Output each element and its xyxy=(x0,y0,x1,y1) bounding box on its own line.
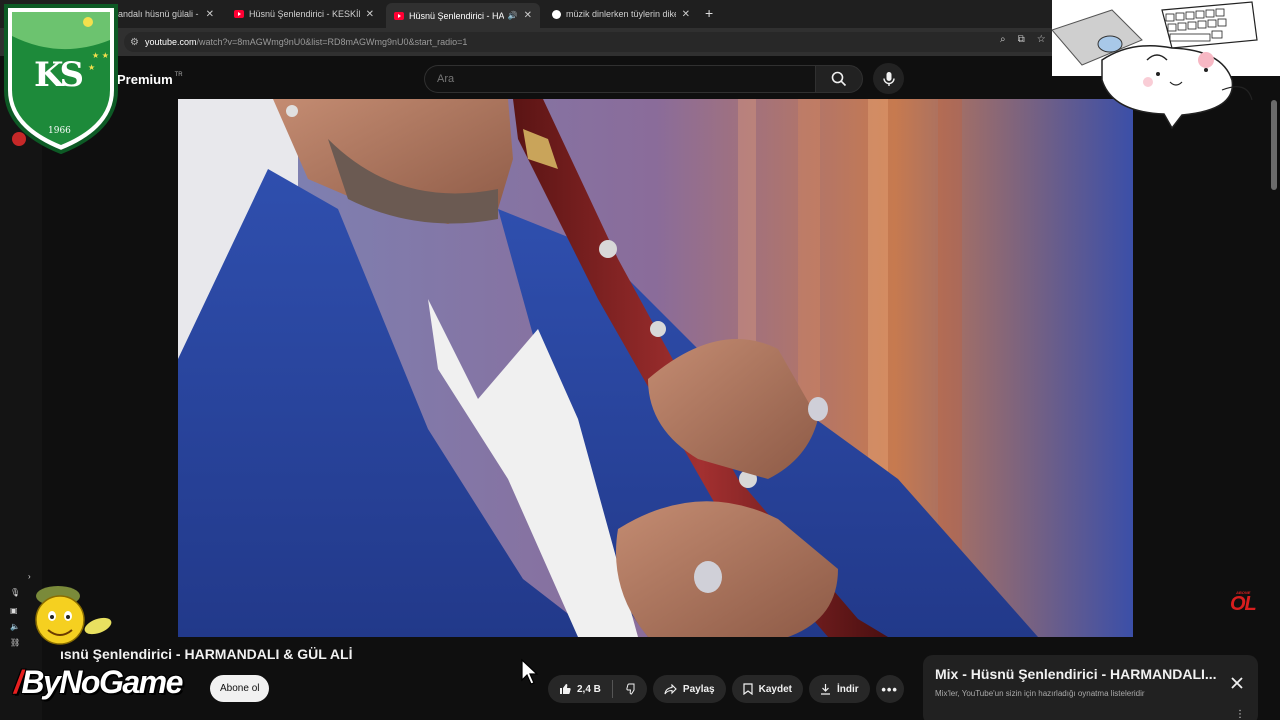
save-button[interactable]: Kaydet xyxy=(731,675,803,703)
mix-title[interactable]: Mix - Hüsnü Şenlendirici - HARMANDALI... xyxy=(935,666,1217,682)
tab-close-icon[interactable]: ✕ xyxy=(366,9,374,20)
search-icon xyxy=(831,71,847,87)
close-icon[interactable] xyxy=(1229,675,1245,691)
thumbs-down-icon xyxy=(626,683,635,695)
url-host: youtube.com xyxy=(144,37,197,47)
subscribe-button[interactable]: Abone ol xyxy=(210,675,270,702)
like-count: 2,4 B xyxy=(577,683,601,695)
search-input[interactable] xyxy=(424,65,816,93)
kebab-menu-icon[interactable]: ⋮ xyxy=(1235,709,1245,720)
video-title: ısnü Şenlendirici - HARMANDALI & GÜL ALİ xyxy=(60,646,353,662)
new-tab-icon[interactable]: + xyxy=(705,5,713,21)
watermark-text: ByNoGame xyxy=(21,664,183,700)
subscribe-corner-badge: ABONE OL xyxy=(1230,590,1257,616)
download-button[interactable]: İndir xyxy=(808,675,870,703)
browser-tab-4[interactable]: müzik dinlerken tüylerin diken ✕ xyxy=(544,3,698,25)
youtube-icon xyxy=(234,10,244,18)
badge-small-text: ABONE xyxy=(1236,590,1251,595)
club-shield-logo: ★ ★ ★ KS 1966 xyxy=(0,0,122,156)
camera-icon[interactable]: ▣ xyxy=(10,606,18,615)
like-button[interactable]: 2,4 B xyxy=(548,675,612,703)
microphone-icon xyxy=(882,71,895,86)
logo-text: Premium xyxy=(117,72,173,87)
bookmark-icon xyxy=(743,683,753,695)
link-icon[interactable]: ⛓ xyxy=(10,638,20,647)
search-button[interactable] xyxy=(815,65,863,93)
mix-subtitle: Mix'ler, YouTube'un sizin için hazırladı… xyxy=(935,689,1145,698)
cast-icon[interactable]: ⧉ xyxy=(1018,34,1025,45)
cat-keyboard-overlay xyxy=(1051,0,1280,130)
url-path: /watch?v=8mAGWmg9nU0&list=RD8mAGWmg9nU0&… xyxy=(196,37,468,47)
video-actions: 2,4 B Paylaş Kaydet İndir ••• xyxy=(548,675,904,703)
browser-tab-3-active[interactable]: Hüsnü Şenlendirici - HARM 🔊 ✕ xyxy=(386,3,540,28)
streamer-watermark: /ByNoGame xyxy=(14,664,183,701)
share-label: Paylaş xyxy=(682,683,715,695)
svg-text:★ ★: ★ ★ xyxy=(92,51,109,60)
tab-title: müzik dinlerken tüylerin diken xyxy=(566,9,676,19)
svg-text:★: ★ xyxy=(88,63,95,72)
club-initials: KS xyxy=(34,55,84,95)
zoom-icon[interactable]: ⌕ xyxy=(1000,34,1006,45)
more-horizontal-icon: ••• xyxy=(881,681,898,697)
google-icon xyxy=(552,9,561,19)
download-label: İndir xyxy=(836,683,859,695)
more-actions-button[interactable]: ••• xyxy=(875,675,904,703)
share-button[interactable]: Paylaş xyxy=(652,675,726,703)
bookmark-star-icon[interactable]: ☆ xyxy=(1037,34,1046,45)
youtube-icon xyxy=(394,11,404,20)
mix-playlist-panel[interactable]: Mix - Hüsnü Şenlendirici - HARMANDALI...… xyxy=(923,655,1258,720)
dislike-button[interactable] xyxy=(613,675,647,703)
chevron-right-icon[interactable]: › xyxy=(28,572,31,581)
download-icon xyxy=(820,684,830,695)
save-label: Kaydet xyxy=(758,683,792,695)
browser-tab-2[interactable]: Hüsnü Şenlendirici - KESKİN BI ✕ xyxy=(226,3,382,25)
tab-title: Hüsnü Şenlendirici - HARM xyxy=(409,10,504,21)
region-code: TR xyxy=(174,72,183,78)
address-bar-actions: ⌕ ⧉ ☆ xyxy=(1000,34,1046,45)
like-dislike-group: 2,4 B xyxy=(548,675,647,703)
badge-text: OL xyxy=(1230,593,1257,615)
thumbs-up-icon xyxy=(560,684,571,694)
speaker-icon[interactable]: 🔊 xyxy=(508,11,518,20)
mic-icon[interactable]: 🎙 xyxy=(10,588,20,597)
volume-icon[interactable]: 🔈 xyxy=(10,622,20,631)
club-year: 1966 xyxy=(48,126,71,136)
tab-title: andalı hüsnü gülali - YouT xyxy=(118,9,200,19)
video-player[interactable] xyxy=(178,99,1133,637)
browser-tab-1[interactable]: andalı hüsnü gülali - YouT ✕ xyxy=(110,3,222,25)
tab-close-icon[interactable]: ✕ xyxy=(682,9,690,20)
video-frame xyxy=(178,99,1133,637)
voice-search-button[interactable] xyxy=(873,63,904,94)
address-bar[interactable]: ⚙ youtube.com/watch?v=8mAGWmg9nU0&list=R… xyxy=(124,32,1064,52)
tab-close-icon[interactable]: ✕ xyxy=(206,9,214,20)
mouse-cursor-icon xyxy=(521,658,539,685)
tab-title: Hüsnü Şenlendirici - KESKİN BI xyxy=(249,9,360,19)
share-arrow-icon xyxy=(664,683,677,694)
site-settings-icon[interactable]: ⚙ xyxy=(130,37,139,48)
youtube-premium-logo[interactable]: Premium TR xyxy=(117,72,183,87)
cat-graphic xyxy=(1051,0,1280,130)
tab-close-icon[interactable]: ✕ xyxy=(524,10,532,21)
